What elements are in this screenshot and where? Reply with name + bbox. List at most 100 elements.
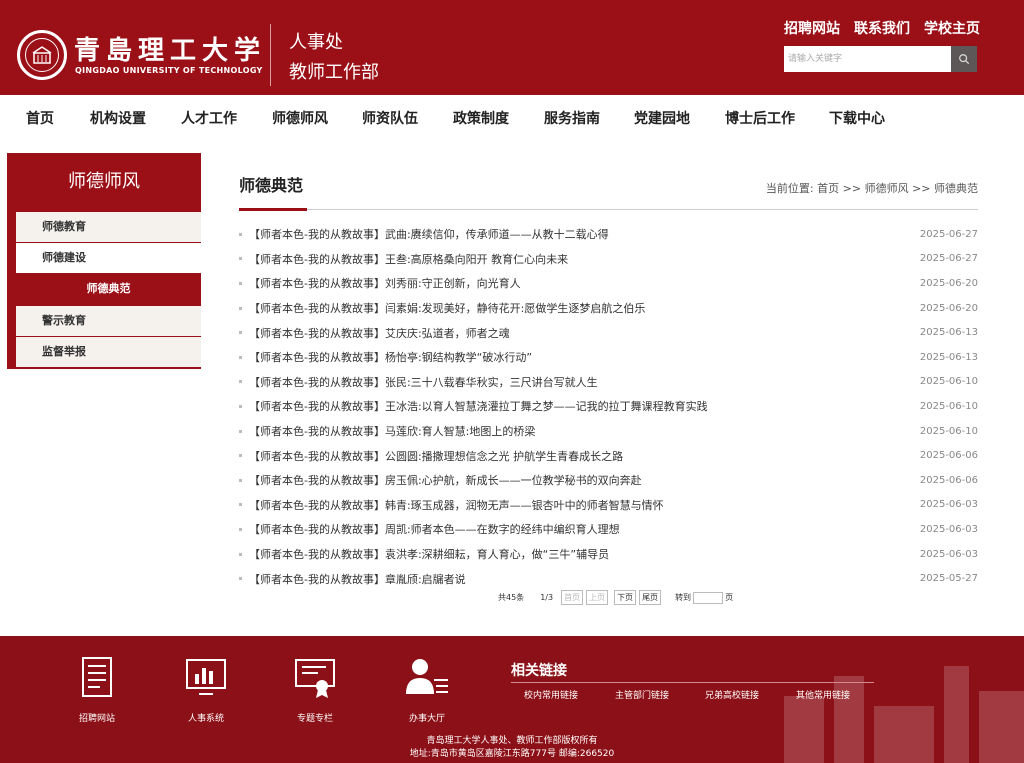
news-row[interactable]: 【师者本色-我的从教故事】王叁:高原格桑向阳开 教育仁心向未来 2025-06-2…	[239, 247, 978, 272]
news-title-link[interactable]: 【师者本色-我的从教故事】张民:三十八载春华秋实，三尺讲台写就人生	[249, 374, 920, 390]
sidebar-item-ethics-education[interactable]: 师德教育	[16, 212, 201, 242]
top-link-recruitment[interactable]: 招聘网站	[784, 18, 840, 38]
nav-service-guide[interactable]: 服务指南	[544, 95, 600, 144]
bullet-icon	[239, 355, 242, 359]
nav-home[interactable]: 首页	[26, 95, 54, 144]
page-title: 师德典范	[239, 176, 304, 195]
nav-downloads[interactable]: 下载中心	[829, 95, 885, 144]
news-row[interactable]: 【师者本色-我的从教故事】韩青:琢玉成器，润物无声——银杏叶中的师者智慧与情怀 2…	[239, 493, 978, 518]
bullet-icon	[239, 429, 242, 433]
pager-prev-button[interactable]: 上页	[586, 590, 609, 605]
bullet-icon	[239, 331, 242, 335]
pager-page: 1/3	[540, 593, 554, 602]
nav-party-building[interactable]: 党建园地	[634, 95, 690, 144]
pager-jump-label[interactable]: 转到	[675, 592, 691, 603]
news-list: 【师者本色-我的从教故事】武曲:赓续信仰，传承师道——从教十二载心得 2025-0…	[239, 222, 978, 591]
title-accent-bar	[239, 208, 307, 211]
footer-quick-recruitment[interactable]: 招聘网站	[62, 654, 132, 724]
university-name: 青島理工大学	[74, 36, 267, 66]
pager-total: 共45条	[498, 593, 525, 602]
pager-last-button[interactable]: 尾页	[639, 590, 662, 605]
news-title-link[interactable]: 【师者本色-我的从教故事】武曲:赓续信仰，传承师道——从教十二载心得	[249, 226, 920, 242]
nav-organization[interactable]: 机构设置	[90, 95, 146, 144]
news-date: 2025-06-10	[919, 400, 978, 412]
news-title-link[interactable]: 【师者本色-我的从教故事】艾庆庆:弘道者，师者之魂	[249, 325, 920, 341]
news-title-link[interactable]: 【师者本色-我的从教故事】章胤颀:启牖者说	[249, 571, 920, 587]
breadcrumb: 当前位置: 首页 >> 师德师风 >> 师德典范	[766, 180, 978, 196]
breadcrumb-path[interactable]: 首页 >> 师德师风 >> 师德典范	[817, 182, 978, 195]
sidebar-item-supervision-report[interactable]: 监督举报	[16, 337, 201, 367]
news-date: 2025-06-20	[919, 302, 978, 314]
news-date: 2025-06-03	[919, 548, 978, 560]
nav-policy[interactable]: 政策制度	[453, 95, 509, 144]
bullet-icon	[239, 478, 242, 482]
news-date: 2025-06-27	[919, 253, 978, 265]
news-title-link[interactable]: 【师者本色-我的从教故事】公圆圆:播撒理想信念之光 护航学生青春成长之路	[249, 448, 920, 464]
certificate-icon	[295, 659, 335, 698]
news-title-link[interactable]: 【师者本色-我的从教故事】马莲欣:育人智慧:地图上的桥梁	[249, 423, 920, 439]
pager-next-button[interactable]: 下页	[614, 590, 637, 605]
footer-quick-special-topics[interactable]: 专题专栏	[280, 654, 350, 724]
top-link-school-home[interactable]: 学校主页	[924, 18, 980, 38]
bullet-icon	[239, 404, 242, 408]
news-row[interactable]: 【师者本色-我的从教故事】艾庆庆:弘道者，师者之魂 2025-06-13	[239, 320, 978, 345]
news-date: 2025-06-06	[919, 474, 978, 486]
news-row[interactable]: 【师者本色-我的从教故事】房玉佩:心护航，新成长——一位教学秘书的双向奔赴 202…	[239, 468, 978, 493]
sidebar-item-ethics-model[interactable]: 师德典范	[16, 274, 201, 304]
footer-quick-hr-system[interactable]: 人事系统	[171, 654, 241, 724]
related-links-divider	[511, 682, 874, 683]
nav-postdoc[interactable]: 博士后工作	[725, 95, 795, 144]
bullet-icon	[239, 257, 242, 261]
news-title-link[interactable]: 【师者本色-我的从教故事】周凯:师者本色——在数字的经纬中编织育人理想	[249, 521, 920, 537]
search-box: 请输入关键字	[784, 46, 977, 72]
news-title-link[interactable]: 【师者本色-我的从教故事】王冰浩:以育人智慧浇灌拉丁舞之梦——记我的拉丁舞课程教…	[249, 398, 920, 414]
site-header: 青島理工大学 QINGDAO UNIVERSITY OF TECHNOLOGY …	[0, 0, 1024, 95]
top-link-contact[interactable]: 联系我们	[854, 18, 910, 38]
news-row[interactable]: 【师者本色-我的从教故事】周凯:师者本色——在数字的经纬中编织育人理想 2025-…	[239, 517, 978, 542]
news-title-link[interactable]: 【师者本色-我的从教故事】韩青:琢玉成器，润物无声——银杏叶中的师者智慧与情怀	[249, 497, 920, 513]
document-icon	[82, 657, 112, 697]
news-title-link[interactable]: 【师者本色-我的从教故事】闫素娟:发现美好，静待花开:愿做学生逐梦启航之伯乐	[249, 300, 920, 316]
footer-quick-service-hall[interactable]: 办事大厅	[392, 654, 462, 724]
nav-faculty[interactable]: 师资队伍	[362, 95, 418, 144]
news-row[interactable]: 【师者本色-我的从教故事】闫素娟:发现美好，静待花开:愿做学生逐梦启航之伯乐 20…	[239, 296, 978, 321]
related-link-authorities[interactable]: 主管部门链接	[615, 688, 669, 701]
footer-quick-label: 专题专栏	[296, 714, 333, 724]
news-row[interactable]: 【师者本色-我的从教故事】王冰浩:以育人智慧浇灌拉丁舞之梦——记我的拉丁舞课程教…	[239, 394, 978, 419]
news-row[interactable]: 【师者本色-我的从教故事】张民:三十八载春华秋实，三尺讲台写就人生 2025-06…	[239, 370, 978, 395]
news-row[interactable]: 【师者本色-我的从教故事】武曲:赓续信仰，传承师道——从教十二载心得 2025-0…	[239, 222, 978, 247]
news-title-link[interactable]: 【师者本色-我的从教故事】房玉佩:心护航，新成长——一位教学秘书的双向奔赴	[249, 472, 920, 488]
pager-first-button[interactable]: 首页	[561, 590, 584, 605]
footer-copyright: 青岛理工大学人事处、教师工作部版权所有	[426, 736, 598, 746]
news-date: 2025-06-20	[919, 277, 978, 289]
bullet-icon	[239, 380, 242, 384]
news-row[interactable]: 【师者本色-我的从教故事】袁洪孝:深耕细耘，育人育心，做“三牛”辅导员 2025-…	[239, 542, 978, 567]
bullet-icon	[239, 527, 242, 531]
news-row[interactable]: 【师者本色-我的从教故事】杨怡亭:钢结构教学“破冰行动” 2025-06-13	[239, 345, 978, 370]
news-title-link[interactable]: 【师者本色-我的从教故事】王叁:高原格桑向阳开 教育仁心向未来	[249, 251, 920, 267]
search-icon	[959, 54, 970, 65]
news-date: 2025-06-03	[919, 499, 978, 511]
university-seal-logo[interactable]	[17, 30, 67, 80]
top-links: 招聘网站 联系我们 学校主页	[784, 18, 980, 38]
related-link-universities[interactable]: 兄弟高校链接	[705, 688, 759, 701]
pager-jump-input[interactable]	[693, 591, 724, 604]
news-date: 2025-05-27	[919, 573, 978, 585]
sidebar-item-ethics-building[interactable]: 师德建设	[16, 243, 201, 273]
search-input[interactable]: 请输入关键字	[784, 46, 951, 72]
related-link-campus[interactable]: 校内常用链接	[524, 688, 578, 701]
sidebar-item-warning-education[interactable]: 警示教育	[16, 306, 201, 336]
news-title-link[interactable]: 【师者本色-我的从教故事】杨怡亭:钢结构教学“破冰行动”	[249, 349, 920, 365]
news-title-link[interactable]: 【师者本色-我的从教故事】袁洪孝:深耕细耘，育人育心，做“三牛”辅导员	[249, 546, 920, 562]
news-date: 2025-06-10	[919, 425, 978, 437]
bullet-icon	[239, 503, 242, 507]
news-row[interactable]: 【师者本色-我的从教故事】马莲欣:育人智慧:地图上的桥梁 2025-06-10	[239, 419, 978, 444]
news-row[interactable]: 【师者本色-我的从教故事】章胤颀:启牖者说 2025-05-27	[239, 566, 978, 591]
news-row[interactable]: 【师者本色-我的从教故事】刘秀丽:守正创新，向光育人 2025-06-20	[239, 271, 978, 296]
nav-talent[interactable]: 人才工作	[181, 95, 237, 144]
news-title-link[interactable]: 【师者本色-我的从教故事】刘秀丽:守正创新，向光育人	[249, 275, 920, 291]
related-link-other[interactable]: 其他常用链接	[796, 688, 850, 701]
news-row[interactable]: 【师者本色-我的从教故事】公圆圆:播撒理想信念之光 护航学生青春成长之路 2025…	[239, 443, 978, 468]
search-button[interactable]	[951, 46, 977, 72]
nav-ethics[interactable]: 师德师风	[272, 95, 328, 144]
